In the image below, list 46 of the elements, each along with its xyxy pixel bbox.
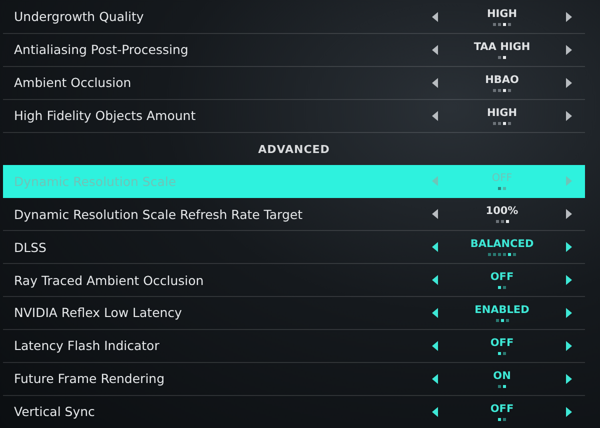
right-arrow-icon[interactable] <box>566 209 572 220</box>
setting-value: HBAO <box>485 74 519 86</box>
right-arrow-icon[interactable] <box>566 308 572 318</box>
setting-value: HIGH <box>486 8 518 20</box>
setting-value: HIGH <box>486 106 518 119</box>
setting-value: OFF <box>490 336 514 349</box>
setting-value: TAA HIGH <box>474 40 530 53</box>
setting-value: BALANCED <box>470 238 534 250</box>
left-arrow-icon[interactable] <box>432 406 438 417</box>
setting-row[interactable]: Ambient Occlusion HBAO <box>3 66 585 100</box>
right-arrow-icon[interactable] <box>566 275 572 286</box>
left-arrow-icon[interactable] <box>432 340 438 351</box>
setting-row[interactable]: Dynamic Resolution Scale Refresh Rate Target 100% <box>3 198 585 232</box>
section-header: ADVANCED <box>258 142 330 156</box>
right-arrow-icon[interactable] <box>566 340 572 351</box>
setting-value: ENABLED <box>474 304 530 316</box>
setting-row[interactable]: NVIDIA Reflex Low Latency ENABLED <box>3 297 585 330</box>
setting-row[interactable]: Latency Flash Indicator OFF <box>3 330 585 363</box>
left-arrow-icon[interactable] <box>432 275 438 286</box>
setting-value: OFF <box>490 402 514 415</box>
right-arrow-icon[interactable] <box>566 242 572 252</box>
right-arrow-icon[interactable] <box>566 374 572 384</box>
right-arrow-icon[interactable] <box>566 78 572 88</box>
setting-row[interactable]: Undergrowth Quality HIGH <box>3 1 585 34</box>
left-arrow-icon[interactable] <box>432 374 438 384</box>
right-arrow-icon[interactable] <box>566 110 572 121</box>
left-arrow-icon[interactable] <box>432 209 438 220</box>
setting-row[interactable]: Vertical Sync OFF <box>3 396 585 428</box>
left-arrow-icon[interactable] <box>432 110 438 121</box>
left-arrow-icon[interactable] <box>432 308 438 318</box>
setting-row[interactable]: DLSS BALANCED <box>3 231 585 264</box>
right-arrow-icon[interactable] <box>566 406 572 417</box>
left-arrow-icon[interactable] <box>432 78 438 88</box>
setting-value: OFF <box>490 271 514 284</box>
right-arrow-icon[interactable] <box>566 44 572 55</box>
setting-row[interactable]: High Fidelity Objects Amount HIGH <box>3 100 585 133</box>
right-arrow-icon[interactable] <box>566 12 572 22</box>
setting-row[interactable]: Future Frame Rendering ON <box>3 362 585 396</box>
left-arrow-icon[interactable] <box>432 44 438 55</box>
setting-row[interactable]: Ray Traced Ambient Occlusion OFF <box>3 264 585 298</box>
setting-value: OFF <box>492 172 512 184</box>
left-arrow-icon[interactable] <box>432 12 438 22</box>
left-arrow-icon[interactable] <box>432 242 438 252</box>
setting-value: ON <box>493 370 511 382</box>
setting-value: 100% <box>486 205 518 218</box>
setting-row[interactable]: Antialiasing Post-Processing TAA HIGH <box>3 34 585 67</box>
